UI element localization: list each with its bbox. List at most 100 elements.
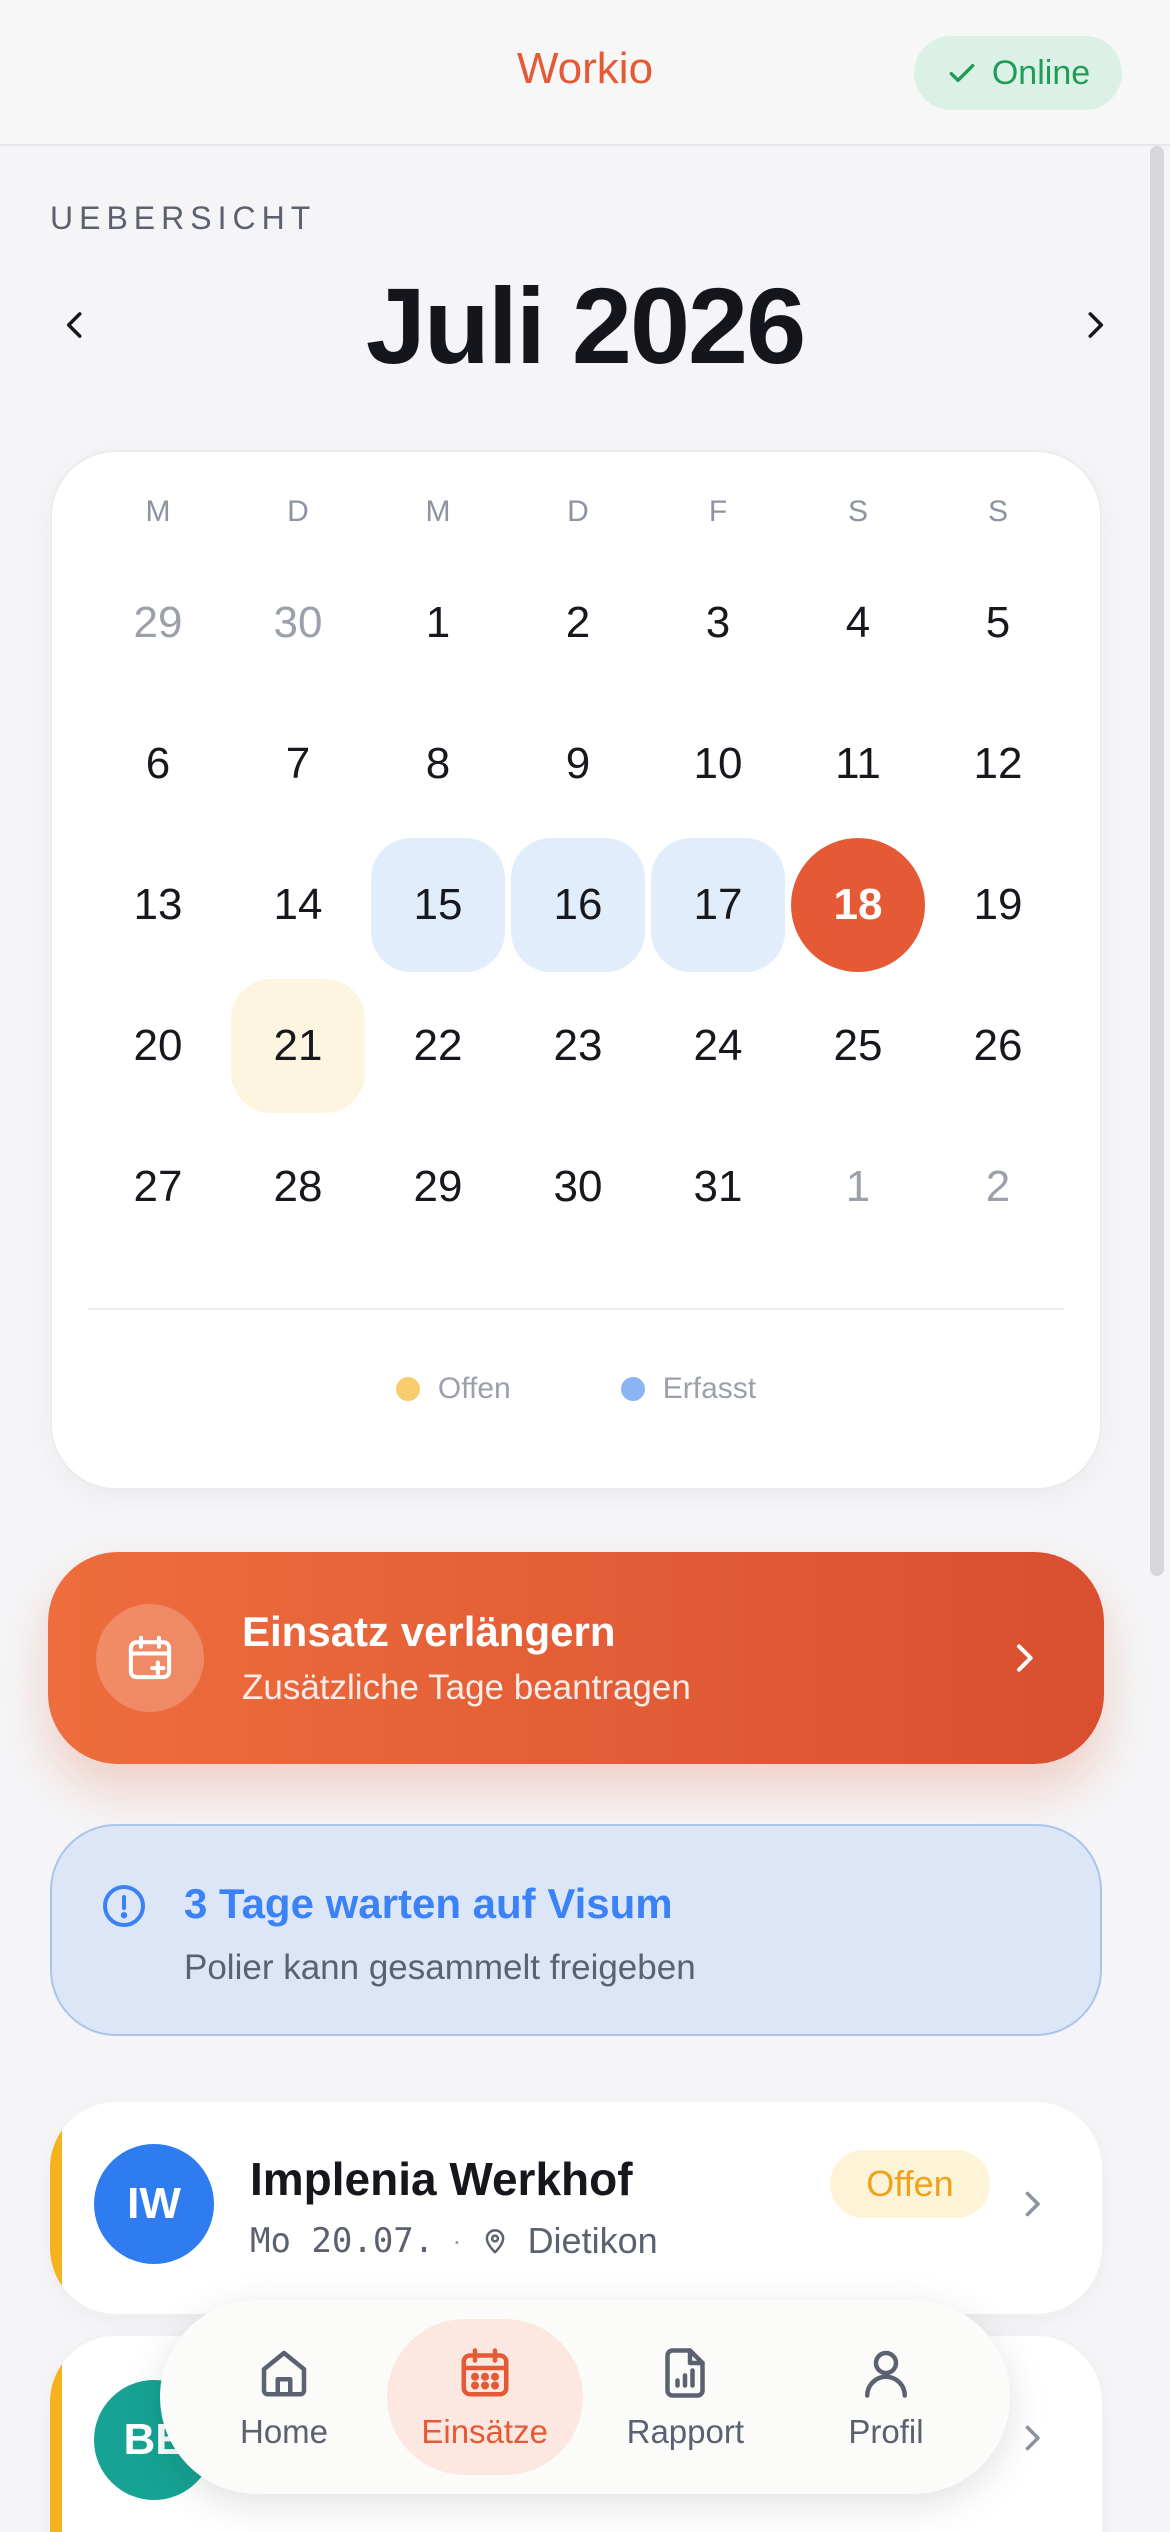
calendar-day-cell: 2 — [928, 1116, 1068, 1257]
nav-item-profil[interactable]: Profil — [788, 2319, 984, 2475]
calendar-day[interactable]: 30 — [511, 1120, 645, 1254]
calendar-day[interactable]: 10 — [651, 697, 785, 831]
calendar-day[interactable]: 19 — [931, 838, 1065, 972]
calendar-day[interactable]: 4 — [791, 556, 925, 690]
calendar-day[interactable]: 29 — [371, 1120, 505, 1254]
calendar-day-cell: 29 — [88, 552, 228, 693]
calendar-day[interactable]: 27 — [91, 1120, 225, 1254]
calendar-day[interactable]: 17 — [651, 837, 785, 972]
legend-item-offen: Offen — [395, 1372, 511, 1406]
calendar-day[interactable]: 11 — [791, 697, 925, 831]
home-icon — [261, 2350, 307, 2397]
calendar-day-cell: 12 — [928, 693, 1068, 834]
calendar-day[interactable]: 31 — [651, 1120, 785, 1254]
scrollbar[interactable] — [1150, 146, 1164, 1576]
calendar-day[interactable]: 20 — [91, 979, 225, 1113]
calendar-day[interactable]: 9 — [511, 697, 645, 831]
job-card[interactable]: IW Implenia Werkhof Mo 20.07. · Dietikon… — [50, 2102, 1102, 2314]
calendar-day[interactable]: 28 — [231, 1120, 365, 1254]
calendar-day[interactable]: 15 — [371, 837, 505, 972]
calendar-day-cell: 30 — [228, 552, 368, 693]
calendar-day[interactable]: 1 — [371, 556, 505, 690]
calendar-day[interactable]: 25 — [791, 979, 925, 1113]
calendar-day-today[interactable]: 18 — [791, 837, 925, 972]
calendar-day[interactable]: 29 — [91, 556, 225, 690]
calendar-day-cell: 7 — [228, 693, 368, 834]
calendar-icon — [461, 2348, 509, 2397]
bottom-navigation: Home Einsätze Rapport Profil — [160, 2300, 1010, 2494]
calendar-day-cell: 5 — [928, 552, 1068, 693]
nav-item-home[interactable]: Home — [186, 2319, 382, 2475]
report-icon — [665, 2348, 706, 2398]
calendar-day[interactable]: 7 — [231, 697, 365, 831]
calendar-legend: Offen Erfasst — [52, 1372, 1100, 1406]
location-pin-icon — [485, 2229, 504, 2254]
calendar-day-cell: 15 — [368, 834, 508, 975]
calendar-day[interactable]: 12 — [931, 697, 1065, 831]
info-subtitle: Polier kann gesammelt freigeben — [184, 1948, 696, 1987]
job-meta: Mo 20.07. · Dietikon — [250, 2220, 658, 2262]
calendar-day[interactable]: 8 — [371, 697, 505, 831]
job-name: Implenia Werkhof — [250, 2153, 633, 2205]
calendar-day-cell: 24 — [648, 975, 788, 1116]
chevron-right-icon — [1025, 2425, 1040, 2451]
calendar-day[interactable]: 24 — [651, 979, 785, 1113]
alert-circle-icon — [103, 1885, 145, 1927]
job-location: Dietikon — [527, 2220, 658, 2261]
calendar-card: M D M D F S S 29 30 1 2 3 4 5 6 7 8 9 10 11 12 13 14 15 16 17 18 19… — [50, 450, 1102, 1490]
calendar-day-cell: 4 — [788, 552, 928, 693]
app-header: Workio Online — [0, 0, 1170, 146]
calendar-day-cell: 30 — [508, 1116, 648, 1257]
calendar-day-cell: 31 — [648, 1116, 788, 1257]
calendar-day-cell: 10 — [648, 693, 788, 834]
calendar-day-cell: 22 — [368, 975, 508, 1116]
calendar-day-cell: 8 — [368, 693, 508, 834]
weekday-label: F — [708, 495, 728, 528]
calendar-day[interactable]: 30 — [231, 556, 365, 690]
calendar-day-cell: 16 — [508, 834, 648, 975]
nav-label: Home — [239, 2413, 329, 2450]
nav-label: Rapport — [626, 2413, 745, 2450]
calendar-day[interactable]: 3 — [651, 556, 785, 690]
legend-dot-offen — [395, 1377, 420, 1401]
calendar-day[interactable]: 2 — [511, 556, 645, 690]
calendar-day[interactable]: 14 — [231, 838, 365, 972]
calendar-day[interactable]: 13 — [91, 838, 225, 972]
extend-title: Einsatz verlängern — [242, 1608, 616, 1655]
info-title: 3 Tage warten auf Visum — [184, 1880, 673, 1927]
calendar-day[interactable]: 16 — [511, 837, 645, 972]
previous-month-button[interactable] — [40, 290, 110, 360]
online-status-badge[interactable]: Online — [914, 36, 1122, 110]
calendar-day[interactable]: 2 — [931, 1120, 1065, 1254]
chevron-left-icon — [66, 312, 82, 338]
calendar-day[interactable]: 6 — [91, 697, 225, 831]
profile-icon — [864, 2350, 907, 2398]
legend-label: Erfasst — [662, 1372, 757, 1405]
next-month-button[interactable] — [1060, 290, 1130, 360]
extend-assignment-button[interactable]: Einsatz verlängern Zusätzliche Tage bean… — [48, 1552, 1104, 1764]
divider — [88, 1308, 1064, 1310]
calendar-day-cell: 28 — [228, 1116, 368, 1257]
visum-info-card[interactable]: 3 Tage warten auf Visum Polier kann gesa… — [50, 1824, 1102, 2036]
calendar-day[interactable]: 22 — [371, 979, 505, 1113]
calendar-day[interactable]: 21 — [231, 978, 365, 1113]
calendar-day-cell: 9 — [508, 693, 648, 834]
extend-subtitle: Zusätzliche Tage beantragen — [242, 1668, 691, 1707]
calendar-day-cell: 6 — [88, 693, 228, 834]
calendar-day-cell: 11 — [788, 693, 928, 834]
weekday-label: S — [987, 495, 1008, 528]
chevron-right-icon — [1088, 312, 1104, 338]
calendar-day[interactable]: 23 — [511, 979, 645, 1113]
calendar-day[interactable]: 1 — [791, 1120, 925, 1254]
legend-item-erfasst: Erfasst — [620, 1372, 757, 1406]
calendar-plus-icon — [96, 1604, 204, 1712]
calendar-grid: M D M D F S S 29 30 1 2 3 4 5 6 7 8 9 10 11 12 13 14 15 16 17 18 19… — [88, 472, 1068, 1257]
nav-item-rapport[interactable]: Rapport — [587, 2319, 783, 2475]
calendar-day[interactable]: 5 — [931, 556, 1065, 690]
calendar-day[interactable]: 26 — [931, 979, 1065, 1113]
chevron-right-icon — [1017, 1644, 1033, 1672]
calendar-day-cell: 17 — [648, 834, 788, 975]
nav-item-einsaetze[interactable]: Einsätze — [386, 2319, 583, 2475]
weekday-label: S — [847, 495, 868, 528]
separator: · — [452, 2225, 462, 2256]
